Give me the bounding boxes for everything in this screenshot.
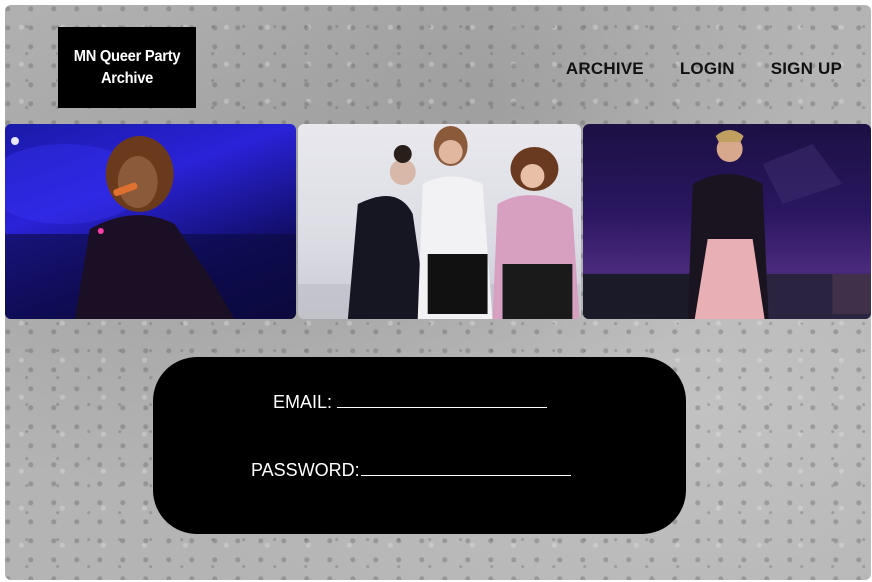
nav-signup-link[interactable]: SIGN UP bbox=[771, 59, 842, 79]
photo-illustration bbox=[298, 126, 581, 319]
party-photo-stage-performer bbox=[582, 124, 871, 319]
site-logo[interactable]: MN Queer Party Archive bbox=[58, 27, 196, 108]
email-input-line[interactable] bbox=[337, 393, 548, 408]
login-panel: EMAIL: PASSWORD: bbox=[153, 357, 686, 534]
page-frame: MN Queer Party Archive ARCHIVE LOGIN SIG… bbox=[5, 5, 871, 580]
nav-login-link[interactable]: LOGIN bbox=[680, 59, 735, 79]
top-nav: ARCHIVE LOGIN SIGN UP bbox=[566, 59, 842, 79]
party-photo-performer-blue bbox=[5, 124, 297, 319]
photo-illustration bbox=[582, 130, 871, 319]
email-field[interactable]: EMAIL: bbox=[273, 392, 548, 413]
logo-line-1: MN Queer Party bbox=[73, 47, 181, 65]
logo-line-2: Archive bbox=[100, 69, 154, 87]
password-input-line[interactable] bbox=[360, 461, 571, 476]
party-photo-group-white-backdrop bbox=[298, 124, 581, 319]
photo-strip bbox=[5, 124, 871, 319]
password-label: PASSWORD: bbox=[251, 460, 360, 480]
email-label: EMAIL: bbox=[273, 392, 333, 412]
photo-illustration bbox=[5, 136, 297, 319]
password-field[interactable]: PASSWORD: bbox=[251, 460, 571, 481]
nav-archive-link[interactable]: ARCHIVE bbox=[566, 59, 644, 79]
